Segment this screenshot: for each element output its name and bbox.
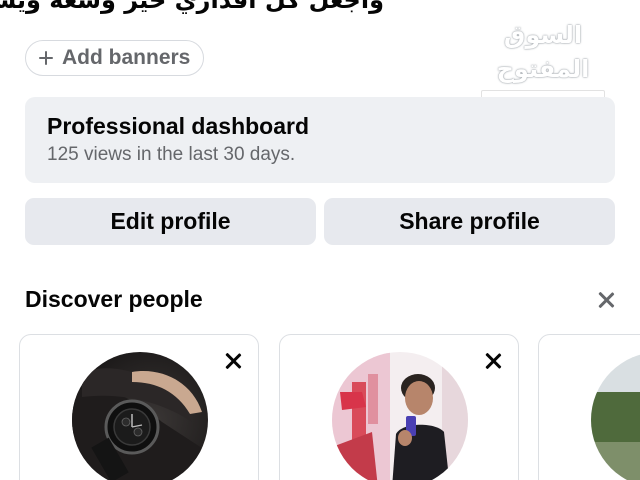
professional-dashboard-card[interactable]: Professional dashboard 125 views in the … — [25, 97, 615, 183]
dashboard-subtitle: 125 views in the last 30 days. — [47, 144, 296, 165]
watermark-arabic-text: السوق المفتوح — [496, 21, 591, 83]
avatar[interactable] — [332, 352, 468, 480]
suggested-person-card[interactable] — [279, 334, 519, 480]
discover-people-title: Discover people — [25, 286, 203, 312]
close-icon[interactable] — [484, 352, 502, 370]
add-banners-label: Add banners — [62, 46, 191, 69]
young-man-selfie-photo — [332, 352, 468, 480]
outdoor-person-photo — [591, 352, 640, 480]
dashboard-title: Professional dashboard — [47, 113, 310, 139]
plus-icon — [38, 50, 54, 66]
profile-bio: واجعل كل أقداري خير وسعة ويسر» — [0, 0, 384, 14]
suggested-person-card[interactable] — [538, 334, 640, 480]
suggested-person-card[interactable] — [19, 334, 259, 480]
close-icon[interactable] — [597, 291, 615, 309]
close-icon[interactable] — [224, 352, 242, 370]
profile-page: واجعل كل أقداري خير وسعة ويسر» Add banne… — [0, 0, 640, 480]
watch-wrist-photo — [72, 352, 208, 480]
add-banners-button[interactable]: Add banners — [25, 40, 205, 76]
avatar[interactable] — [591, 352, 640, 480]
avatar[interactable] — [72, 352, 208, 480]
share-profile-button[interactable]: Share profile — [324, 198, 615, 245]
edit-profile-button[interactable]: Edit profile — [25, 198, 316, 245]
